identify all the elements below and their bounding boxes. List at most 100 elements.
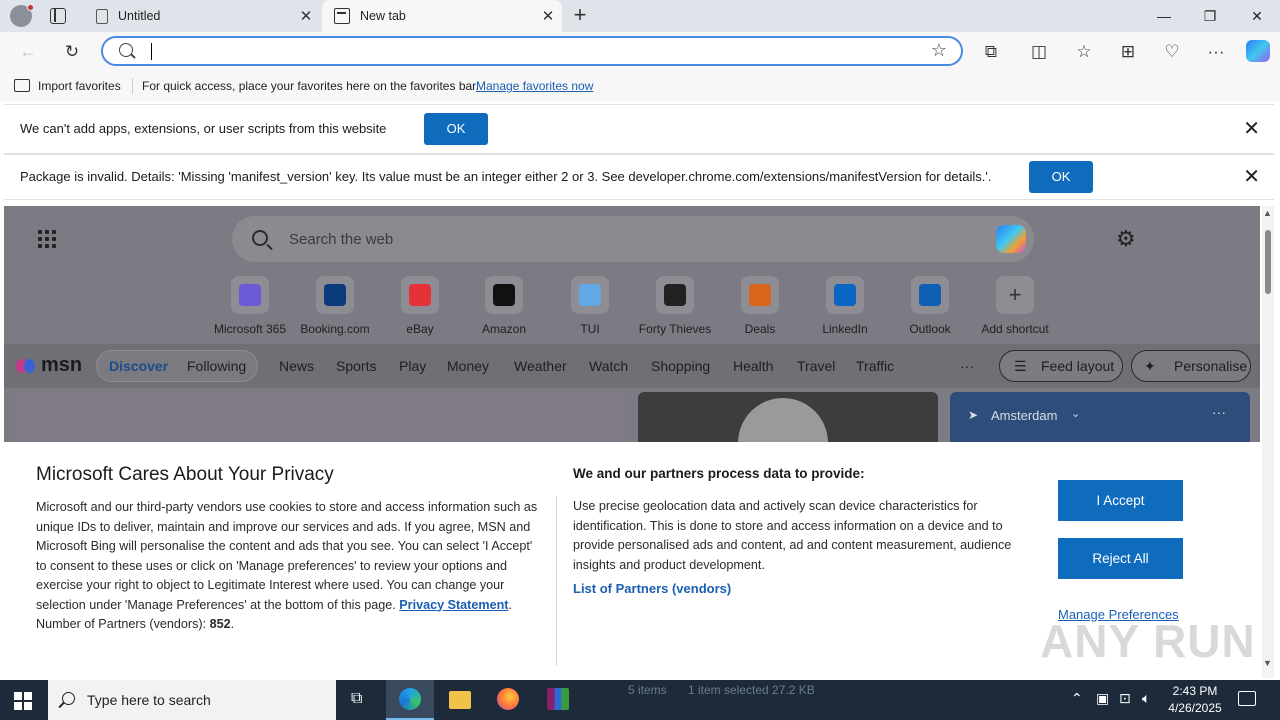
shortcut-outlook[interactable]: Outlook bbox=[885, 276, 975, 336]
settings-gear-icon[interactable]: ⚙ bbox=[1116, 228, 1136, 250]
tab-following[interactable]: Following bbox=[187, 358, 246, 374]
manage-favorites-link[interactable]: Manage favorites now bbox=[476, 79, 593, 93]
divider bbox=[132, 78, 133, 94]
shortcut-plus[interactable]: + Add shortcut bbox=[970, 276, 1060, 336]
nav-health[interactable]: Health bbox=[733, 358, 773, 374]
shortcut-linkedin[interactable]: LinkedIn bbox=[800, 276, 890, 336]
date: 4/26/2025 bbox=[1168, 701, 1222, 715]
nav-sports[interactable]: Sports bbox=[336, 358, 376, 374]
tab-discover[interactable]: Discover bbox=[109, 358, 168, 374]
nav-weather[interactable]: Weather bbox=[514, 358, 567, 374]
network-icon[interactable]: ⊡ bbox=[1119, 690, 1131, 707]
collections-icon[interactable]: ⊞ bbox=[1116, 40, 1140, 64]
personalise-button[interactable]: ✦ Personalise bbox=[1131, 350, 1251, 382]
taskbar-file-explorer[interactable] bbox=[436, 680, 484, 720]
more-options-icon[interactable]: ··· bbox=[1212, 404, 1226, 420]
taskbar-winrar[interactable] bbox=[534, 680, 582, 720]
scroll-up-icon[interactable]: ▲ bbox=[1263, 208, 1272, 218]
import-favorites-button[interactable]: Import favorites bbox=[38, 79, 121, 93]
privacy-statement-link[interactable]: Privacy Statement bbox=[399, 598, 508, 612]
address-input[interactable] bbox=[149, 41, 909, 61]
shortcut-label: Amazon bbox=[481, 322, 527, 336]
notifications-icon[interactable] bbox=[1238, 691, 1256, 706]
scrollbar-thumb[interactable] bbox=[1265, 230, 1271, 294]
nav-traffic[interactable]: Traffic bbox=[856, 358, 894, 374]
shortcut-amazon[interactable]: Amazon bbox=[459, 276, 549, 336]
nav-news[interactable]: News bbox=[279, 358, 314, 374]
close-tab-icon[interactable]: ✕ bbox=[296, 7, 316, 25]
accept-button[interactable]: I Accept bbox=[1058, 480, 1183, 521]
document-icon bbox=[96, 8, 108, 24]
tab-new-tab[interactable]: New tab ✕ bbox=[322, 0, 562, 32]
shortcut-tile bbox=[485, 276, 523, 314]
task-view-icon: ⧉ bbox=[351, 690, 363, 707]
text-caret bbox=[151, 43, 152, 60]
favorites-icon[interactable]: ☆ bbox=[1072, 40, 1096, 64]
ok-button[interactable]: OK bbox=[424, 113, 488, 145]
profile-avatar-icon[interactable] bbox=[10, 4, 34, 27]
shortcut-microsoft-365[interactable]: Microsoft 365 bbox=[205, 276, 295, 336]
feed-layout-button[interactable]: ☰ Feed layout bbox=[999, 350, 1123, 382]
favorite-star-icon[interactable]: ☆ bbox=[931, 40, 947, 61]
nav-money[interactable]: Money bbox=[447, 358, 489, 374]
tab-untitled[interactable]: Untitled ✕ bbox=[82, 0, 320, 32]
minimize-button[interactable]: — bbox=[1141, 0, 1187, 32]
shortcut-ebay[interactable]: eBay bbox=[375, 276, 465, 336]
back-icon[interactable]: ← bbox=[16, 40, 40, 64]
web-search-box[interactable]: Search the web bbox=[232, 216, 1034, 262]
nav-play[interactable]: Play bbox=[399, 358, 426, 374]
restore-button[interactable]: ❐ bbox=[1187, 0, 1233, 32]
shortcut-tile bbox=[231, 276, 269, 314]
ok-button[interactable]: OK bbox=[1029, 161, 1093, 193]
close-tab-icon[interactable]: ✕ bbox=[538, 7, 558, 25]
copilot-icon[interactable] bbox=[1246, 40, 1270, 62]
nav-shopping[interactable]: Shopping bbox=[651, 358, 710, 374]
tab-actions-icon[interactable] bbox=[50, 8, 66, 24]
taskbar-firefox[interactable] bbox=[484, 680, 532, 720]
page-scrollbar[interactable]: ▲ ▼ bbox=[1262, 206, 1274, 678]
close-icon[interactable]: ✕ bbox=[1243, 119, 1260, 139]
more-options-icon[interactable]: ··· bbox=[1204, 40, 1228, 64]
msn-logo[interactable]: msn bbox=[16, 354, 82, 377]
infobar-extension-blocked: We can't add apps, extensions, or user s… bbox=[4, 104, 1274, 154]
close-icon[interactable]: ✕ bbox=[1243, 167, 1260, 187]
taskbar-search-box[interactable]: Type here to search bbox=[48, 680, 336, 720]
more-nav-icon[interactable]: ··· bbox=[960, 358, 974, 374]
extensions-icon[interactable]: ⧉ bbox=[979, 40, 1003, 64]
shortcut-tui[interactable]: TUI bbox=[545, 276, 635, 336]
msn-wordmark: msn bbox=[41, 354, 83, 376]
new-tab-button[interactable]: + bbox=[568, 4, 592, 28]
task-view-button[interactable]: ⧉ bbox=[336, 680, 384, 720]
list-of-partners-link[interactable]: List of Partners (vendors) bbox=[573, 581, 731, 596]
volume-icon[interactable]: 🔈︎ bbox=[1142, 690, 1150, 707]
close-window-button[interactable]: ✕ bbox=[1234, 0, 1280, 32]
favorites-bar: Import favorites For quick access, place… bbox=[0, 70, 1280, 102]
folder-icon bbox=[449, 691, 471, 709]
weather-city[interactable]: Amsterdam bbox=[991, 408, 1057, 423]
app-launcher-icon[interactable] bbox=[38, 230, 58, 250]
partners-count-label: Number of Partners (vendors): bbox=[36, 617, 207, 631]
infobar-message: Package is invalid. Details: 'Missing 'm… bbox=[20, 169, 992, 184]
clock[interactable]: 2:43 PM 4/26/2025 bbox=[1160, 683, 1230, 717]
infobar-package-invalid: Package is invalid. Details: 'Missing 'm… bbox=[4, 154, 1274, 200]
edge-icon bbox=[399, 688, 421, 710]
shortcut-deals[interactable]: Deals bbox=[715, 276, 805, 336]
chevron-down-icon[interactable]: ⌄ bbox=[1071, 407, 1080, 420]
nav-travel[interactable]: Travel bbox=[797, 358, 835, 374]
chevron-up-icon[interactable]: ⌃ bbox=[1071, 690, 1083, 707]
taskbar-edge[interactable] bbox=[386, 680, 434, 720]
copilot-icon[interactable] bbox=[996, 225, 1026, 253]
privacy-description: Microsoft and our third-party vendors us… bbox=[36, 500, 538, 612]
booking-icon bbox=[324, 284, 346, 306]
shortcut-booking[interactable]: Booking.com bbox=[290, 276, 380, 336]
windows-start-icon[interactable] bbox=[14, 692, 32, 710]
browser-essentials-icon[interactable]: ♡ bbox=[1160, 40, 1184, 64]
address-bar[interactable]: ☆ bbox=[101, 36, 963, 66]
reject-all-button[interactable]: Reject All bbox=[1058, 538, 1183, 579]
nav-watch[interactable]: Watch bbox=[589, 358, 628, 374]
device-icon[interactable]: ▣ bbox=[1096, 690, 1109, 707]
split-screen-icon[interactable]: ◫ bbox=[1027, 40, 1051, 64]
refresh-icon[interactable]: ↻ bbox=[60, 40, 84, 64]
shortcut-forty-thieves[interactable]: Forty Thieves bbox=[630, 276, 720, 336]
scroll-down-icon[interactable]: ▼ bbox=[1263, 658, 1272, 668]
